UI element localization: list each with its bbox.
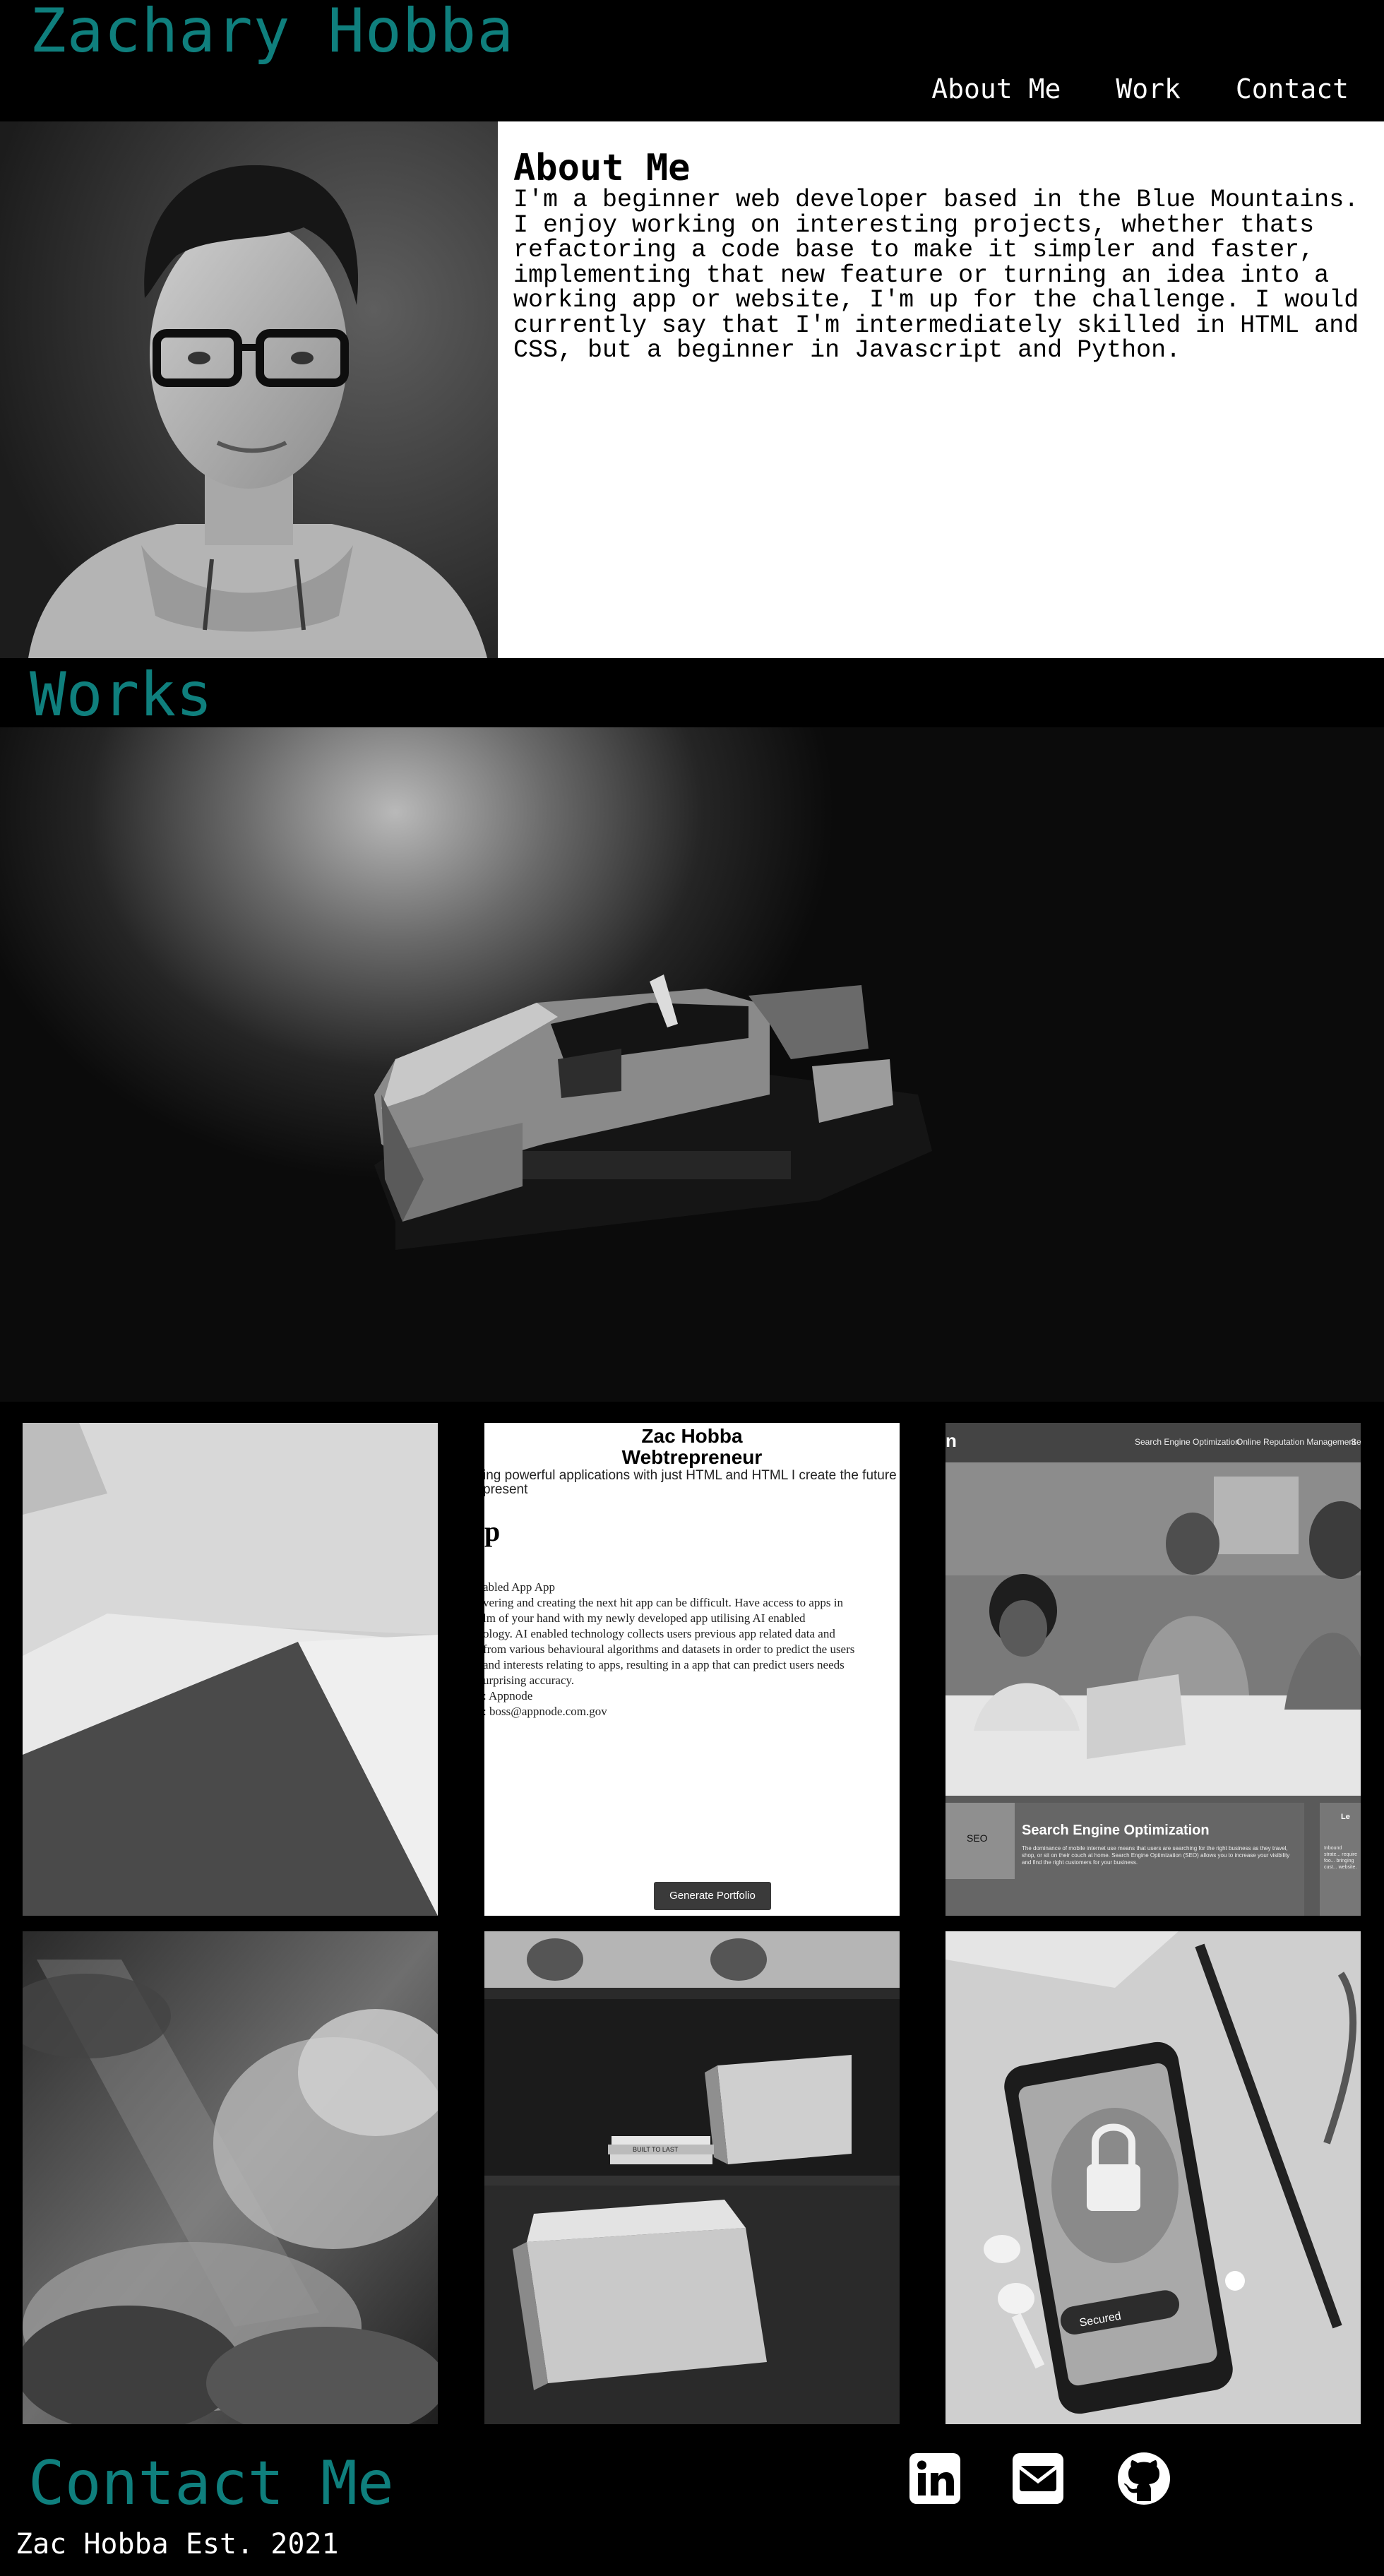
work-tile-clouds[interactable]: [23, 1931, 438, 2424]
preview-line-5: from various behavioural algorithms and …: [484, 1642, 855, 1656]
seo-card: SEO Search Engine Optimization The domin…: [945, 1803, 1304, 1916]
preview-line-9: : boss@appnode.com.gov: [484, 1705, 607, 1718]
secured-phone-image: Secured: [945, 1931, 1361, 2424]
seo-side-card: Le Inbound strate... require foo... brin…: [1320, 1803, 1361, 1916]
featured-work-hero[interactable]: [0, 727, 1384, 1402]
site-header: Zachary Hobba About Me Work Contact: [0, 0, 1384, 121]
clouds-image: [23, 1931, 438, 2424]
seo-logo: n: [945, 1430, 957, 1451]
seo-body: The dominance of mobile internet use mea…: [1022, 1845, 1290, 1866]
about-panel: About Me I'm a beginner web developer ba…: [498, 121, 1384, 658]
contact-title: Contact Me: [28, 2448, 394, 2519]
preview-heading: p: [484, 1515, 501, 1547]
linkedin-icon[interactable]: [907, 2450, 963, 2507]
seo-badge: SEO: [967, 1832, 988, 1844]
work-tile-security-app[interactable]: Secured: [945, 1931, 1361, 2424]
preview-line-2: vering and creating the next hit app can…: [484, 1596, 843, 1609]
work-tile-portfolio-generator[interactable]: Zac Hobba Webtrepreneur ing powerful app…: [484, 1423, 900, 1916]
book-spine-label: BUILT TO LAST: [633, 2146, 679, 2153]
generate-portfolio-button[interactable]: Generate Portfolio: [654, 1882, 771, 1910]
footer-copyright: Zac Hobba Est. 2021: [16, 2528, 339, 2560]
about-heading: About Me: [513, 147, 691, 189]
seo-side-body: Inbound strate... require foo... bringin…: [1324, 1846, 1358, 1870]
preview-line-6: and interests relating to apps, resultin…: [484, 1658, 845, 1671]
lowpoly-car-image: [374, 974, 932, 1250]
nav-about-me[interactable]: About Me: [931, 73, 1061, 105]
portrait-photo: [0, 121, 498, 658]
github-icon[interactable]: [1116, 2450, 1172, 2507]
preview-line-3: lm of your hand with my newly developed …: [484, 1611, 806, 1625]
main-nav: About Me Work Contact: [931, 73, 1349, 105]
preview-line-1: abled App App: [484, 1580, 555, 1594]
architecture-image: [23, 1423, 438, 1916]
work-tile-architecture[interactable]: [23, 1423, 438, 1916]
nav-contact[interactable]: Contact: [1236, 73, 1349, 105]
works-title: Works: [30, 660, 213, 730]
site-title: Zachary Hobba: [30, 0, 515, 66]
work-tile-seo-site[interactable]: n Search Engine Optimization Online Repu…: [945, 1423, 1361, 1916]
preview-line-4: ology. AI enabled technology collects us…: [484, 1627, 835, 1640]
about-section: About Me I'm a beginner web developer ba…: [0, 121, 1384, 658]
seo-heading: Search Engine Optimization: [1022, 1823, 1210, 1838]
seo-navbar: n Search Engine Optimization Online Repu…: [945, 1423, 1361, 1462]
preview-line-8: : Appnode: [484, 1689, 533, 1703]
mail-icon[interactable]: [1010, 2450, 1066, 2507]
seo-nav-1[interactable]: Search Engine Optimization: [1135, 1437, 1240, 1447]
seo-thumbnail: SEO: [945, 1803, 1015, 1879]
work-tile-shelf[interactable]: BUILT TO LAST: [484, 1931, 900, 2424]
preview-name: Zac Hobba: [641, 1425, 743, 1447]
preview-tagline: ing powerful applications with just HTML…: [484, 1468, 897, 1483]
nav-work[interactable]: Work: [1116, 73, 1181, 105]
shelf-boxes-image: BUILT TO LAST: [484, 1931, 900, 2424]
team-meeting-image: [945, 1462, 1361, 1796]
seo-side-label: Le: [1341, 1813, 1350, 1821]
about-body: I'm a beginner web developer based in th…: [513, 186, 1359, 364]
seo-nav-2[interactable]: Online Reputation Management: [1236, 1437, 1356, 1447]
preview-line-7: urprising accuracy.: [484, 1674, 575, 1687]
preview-subtitle: Webtrepreneur: [621, 1446, 763, 1468]
preview-tagline-2: present: [484, 1482, 528, 1497]
seo-nav-3[interactable]: Se: [1351, 1437, 1361, 1447]
